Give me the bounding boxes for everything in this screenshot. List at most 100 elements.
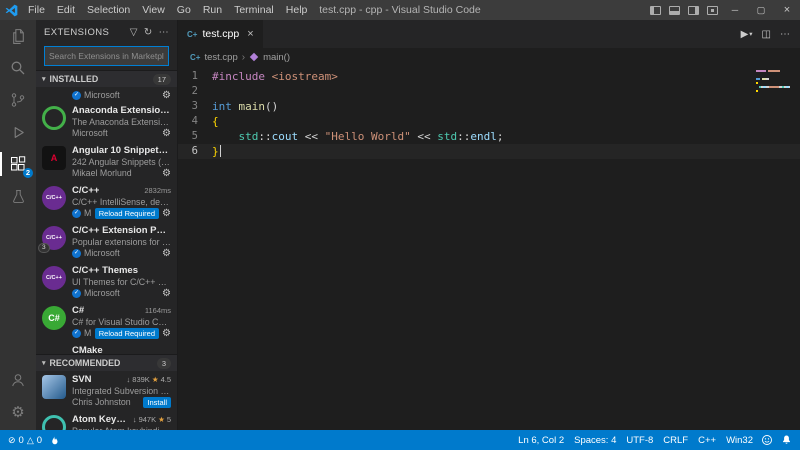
gear-icon[interactable]: ⚙ — [162, 328, 171, 339]
extensions-icon[interactable]: 2 — [0, 148, 36, 180]
extension-footer: Mikael Morlund ⚙ — [72, 168, 171, 179]
minimize-button[interactable]: ─ — [722, 0, 748, 20]
gear-icon[interactable]: ⚙ — [162, 168, 171, 179]
extension-list-item[interactable]: CMake — [36, 342, 177, 354]
extensions-search-box[interactable] — [44, 46, 169, 66]
settings-gear-icon[interactable]: ⚙ — [0, 396, 36, 428]
extension-info: CMake — [72, 345, 171, 354]
rating-value: 5 — [166, 415, 171, 424]
menu-terminal[interactable]: Terminal — [228, 0, 280, 20]
extension-list-item[interactable]: ✓ Microsoft ⚙ — [36, 87, 177, 102]
accounts-icon[interactable] — [0, 364, 36, 396]
reload-required-button[interactable]: Reload Required — [94, 328, 160, 339]
toggle-sidebar-icon[interactable] — [650, 5, 661, 15]
eol[interactable]: CRLF — [663, 435, 688, 446]
extension-list-item[interactable]: C/C++ 3 C/C++ Extension Pack Popular extens… — [36, 222, 177, 262]
menu-run[interactable]: Run — [197, 0, 228, 20]
gear-icon[interactable]: ⚙ — [162, 248, 171, 259]
menu-help[interactable]: Help — [280, 0, 314, 20]
code-area[interactable]: 1 #include <iostream> 2 3 int main() 4{5 std:… — [178, 66, 800, 430]
cursor-position[interactable]: Ln 6, Col 2 — [518, 435, 564, 446]
extension-publisher: Mikael Morlund — [72, 168, 132, 178]
section-installed[interactable]: ▾ INSTALLED 17 — [36, 70, 177, 87]
toggle-panel-icon[interactable] — [669, 5, 680, 15]
menu-edit[interactable]: Edit — [51, 0, 81, 20]
extension-list-item[interactable]: AAngular 10 Snippets - Typ...242 Angular… — [36, 142, 177, 182]
extension-footer: Chris Johnston Install — [72, 397, 171, 408]
gear-icon[interactable]: ⚙ — [162, 288, 171, 299]
indentation[interactable]: Spaces: 4 — [574, 435, 616, 446]
menu-view[interactable]: View — [136, 0, 171, 20]
extension-actions: ⚙ — [162, 248, 171, 259]
menu-file[interactable]: File — [22, 0, 51, 20]
maximize-button[interactable]: ▢ — [748, 0, 774, 20]
code-line[interactable]: 3 int main() — [178, 99, 800, 114]
activation-time: 1164ms — [144, 306, 171, 315]
feedback-icon[interactable] — [761, 434, 773, 446]
tab-test-cpp[interactable]: C+ test.cpp × — [178, 20, 263, 48]
extension-footer: ✓ Microsoft ⚙ — [72, 90, 171, 101]
gear-icon[interactable]: ⚙ — [162, 208, 171, 219]
language-mode[interactable]: C++ — [698, 435, 716, 446]
search-input[interactable] — [49, 51, 164, 61]
run-debug-icon[interactable] — [0, 116, 36, 148]
platform[interactable]: Win32 — [726, 435, 753, 446]
gear-icon[interactable]: ⚙ — [162, 90, 171, 101]
extension-actions: ⚙ — [162, 168, 171, 179]
close-button[interactable]: × — [774, 0, 800, 20]
extension-actions: Install — [143, 397, 171, 408]
customize-layout-icon[interactable] — [707, 5, 718, 15]
filter-icon[interactable]: ▽ — [130, 27, 138, 38]
split-editor-icon[interactable]: ◫ — [762, 29, 771, 40]
extension-list-item[interactable]: C/C++ C/C++ Themes UI Themes for C/C++ ext… — [36, 262, 177, 302]
extension-name: Angular 10 Snippets - Typ... — [72, 145, 171, 156]
extension-list-item[interactable]: Anaconda Extension PackThe Anaconda Exte… — [36, 102, 177, 142]
reload-required-button[interactable]: Reload Required — [94, 208, 160, 219]
bell-icon[interactable] — [781, 434, 792, 446]
menu-selection[interactable]: Selection — [81, 0, 136, 20]
extension-list-item[interactable]: SVN↓839K★4.5Integrated Subversion sourc.… — [36, 371, 177, 411]
gear-icon[interactable]: ⚙ — [162, 128, 171, 139]
star-icon: ★ — [158, 415, 165, 424]
extension-list-item[interactable]: C/C++ C/C++ 2832ms C/C++ IntelliSense, debu… — [36, 182, 177, 222]
minimap[interactable] — [756, 70, 790, 94]
more-actions-icon[interactable]: ⋯ — [159, 27, 169, 38]
toggle-secondary-sidebar-icon[interactable] — [688, 5, 699, 15]
extension-icon: C/C++ 3 — [38, 226, 66, 253]
run-button[interactable]: ▶ ▾ — [741, 29, 753, 40]
menu-go[interactable]: Go — [171, 0, 197, 20]
code-line[interactable]: 5 std::cout << "Hello World" << std::end… — [178, 129, 800, 144]
tab-close-icon[interactable]: × — [247, 28, 253, 40]
flame-icon[interactable] — [50, 435, 59, 446]
code-line[interactable]: 4{ — [178, 114, 800, 129]
code-line[interactable]: 1 #include <iostream> — [178, 69, 800, 84]
code-line[interactable]: 2 — [178, 84, 800, 99]
code-text: } — [212, 144, 221, 159]
activity-bar: 2 ⚙ — [0, 20, 36, 430]
extension-footer: Microsoft ⚙ — [72, 128, 171, 139]
extension-list-item[interactable]: Atom Keymap↓947K★5Popular Atom keybindin… — [36, 411, 177, 430]
editor-actions: ▶ ▾ ◫ ⋯ — [741, 20, 800, 48]
extension-list-item[interactable]: C# C# 1164ms C# for Visual Studio Code (p..… — [36, 302, 177, 342]
problems-indicator[interactable]: ⊘ 0 △ 0 — [8, 435, 42, 446]
refresh-icon[interactable]: ↻ — [144, 27, 153, 38]
explorer-icon[interactable] — [0, 20, 36, 52]
breadcrumb-symbol[interactable]: main() — [263, 52, 290, 63]
extension-name: SVN — [72, 374, 92, 385]
code-line[interactable]: 6} — [178, 144, 800, 159]
install-button[interactable]: Install — [143, 397, 171, 408]
extension-info: C/C++ 2832ms C/C++ IntelliSense, debuggi..… — [72, 185, 171, 219]
search-icon[interactable] — [0, 52, 36, 84]
breadcrumb-file[interactable]: test.cpp — [204, 52, 237, 63]
extensions-panel: EXTENSIONS ▽ ↻ ⋯ ▾ INSTALLED 17 ✓Microso… — [36, 20, 178, 430]
testing-icon[interactable] — [0, 180, 36, 212]
encoding[interactable]: UTF-8 — [626, 435, 653, 446]
more-actions-icon[interactable]: ⋯ — [780, 29, 790, 40]
extension-actions: ⚙ — [162, 90, 171, 101]
section-recommended[interactable]: ▾ RECOMMENDED 3 — [36, 354, 177, 371]
extension-name-row: CMake — [72, 345, 171, 354]
play-icon: ▶ — [740, 28, 749, 40]
source-control-icon[interactable] — [0, 84, 36, 116]
panel-header: EXTENSIONS ▽ ↻ ⋯ — [36, 20, 177, 44]
extension-name: C/C++ — [72, 185, 100, 196]
